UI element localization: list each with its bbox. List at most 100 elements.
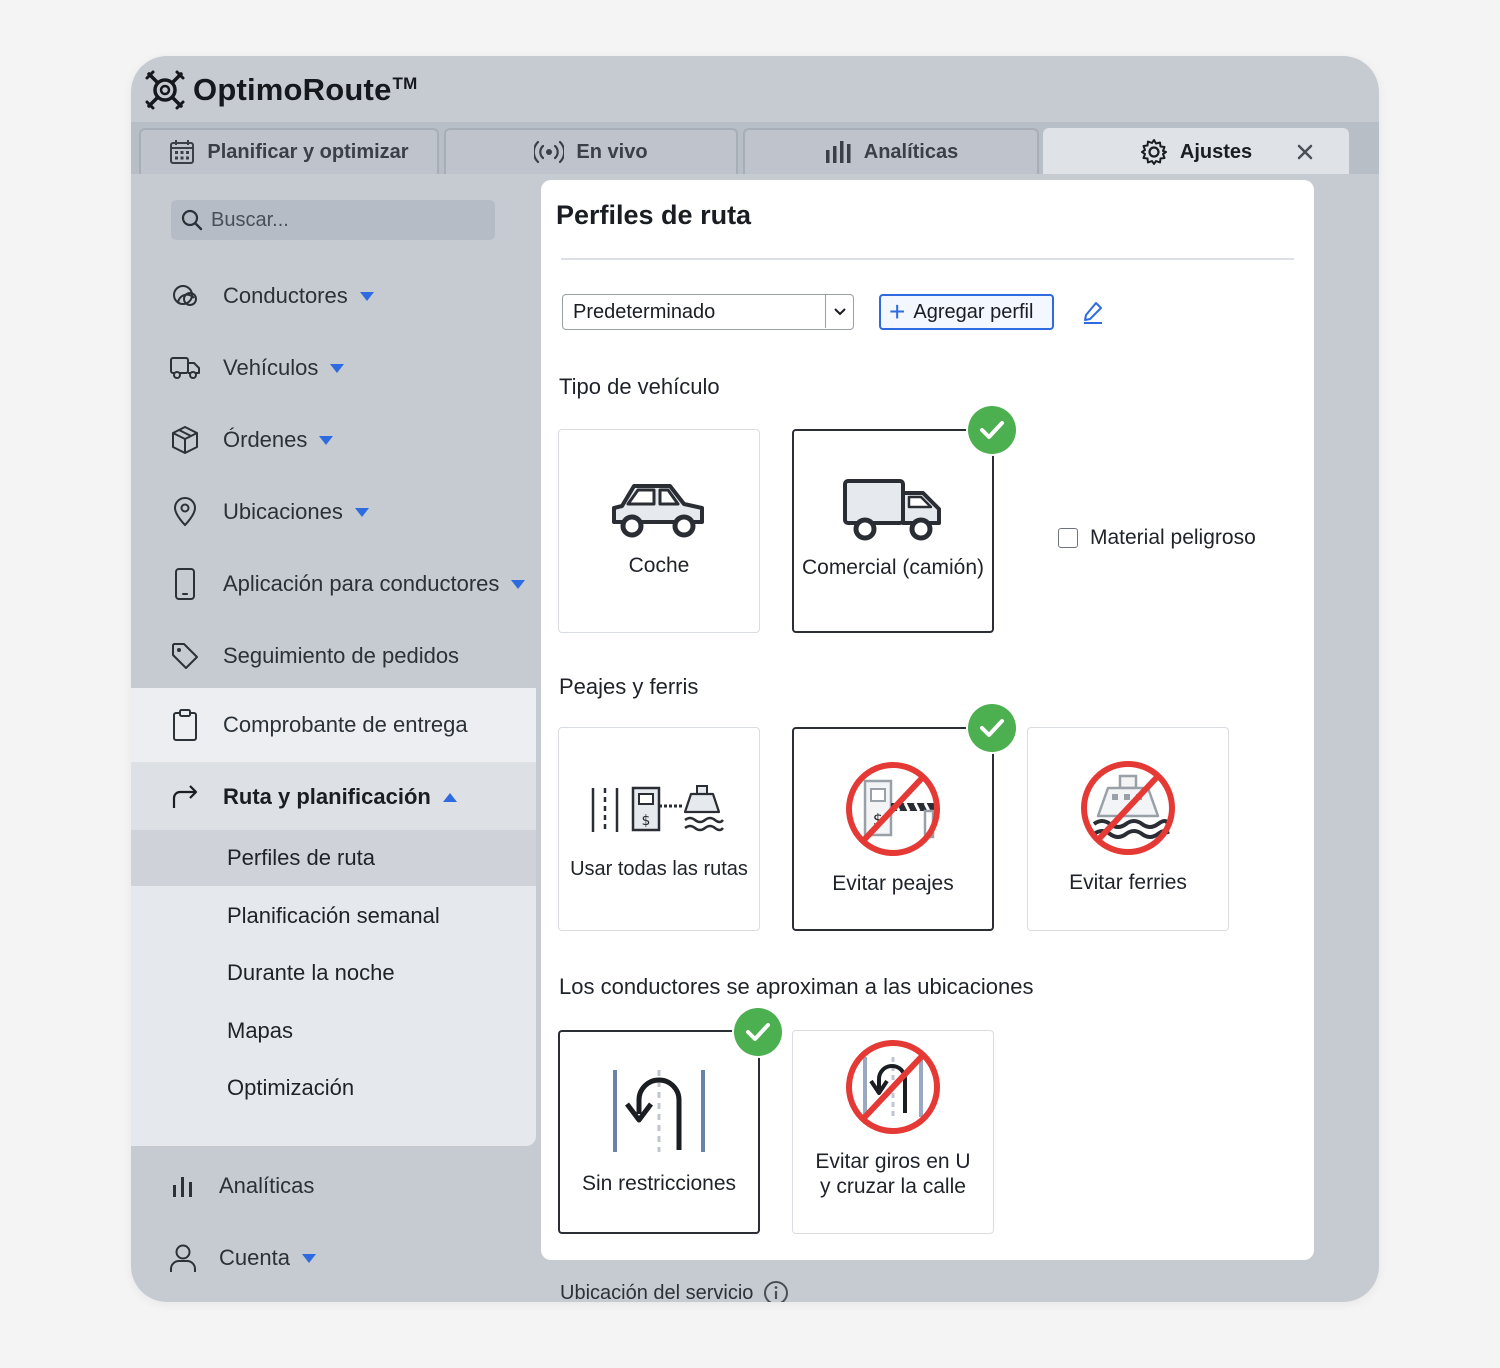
profile-select-value: Predeterminado [573, 300, 716, 323]
plus-icon: + [889, 296, 906, 327]
vehicle-option-label: Coche [628, 554, 690, 577]
service-location-label: Ubicación del servicio [560, 1281, 754, 1303]
sidebar-item-locations[interactable]: Ubicaciones [131, 482, 536, 542]
user-icon [170, 1244, 196, 1272]
selected-check-icon [734, 1008, 782, 1056]
sidebar-item-vehicles[interactable]: Vehículos [131, 338, 536, 398]
tab-label: Analíticas [863, 140, 959, 163]
approach-option-avoid-u-turns[interactable]: Evitar giros en U y cruzar la calle [792, 1030, 994, 1234]
add-profile-label: Agregar perfil [913, 300, 1034, 323]
approach-label: Los conductores se aproximan a las ubica… [559, 974, 1034, 999]
sidebar-item-order-tracking[interactable]: Seguimiento de pedidos [131, 626, 536, 686]
tab-label: En vivo [576, 140, 648, 163]
approach-option-label-line1: Evitar giros en U [815, 1150, 971, 1173]
no-tolls-icon: $ [846, 762, 940, 856]
tab-plan-optimize[interactable]: Planificar y optimizar [139, 128, 439, 174]
tolls-ferries-label: Peajes y ferris [559, 674, 699, 699]
tolls-option-all-routes[interactable]: $ Usar todas las rutas [558, 727, 760, 931]
info-icon[interactable] [763, 1280, 789, 1302]
sub-item-route-profiles[interactable]: Perfiles de ruta [227, 845, 375, 871]
chevron-down-icon [825, 295, 853, 328]
profile-select[interactable]: Predeterminado [562, 294, 854, 330]
sidebar-item-label: Aplicación para conductores [223, 571, 500, 596]
no-u-turn-icon [846, 1040, 940, 1134]
hazmat-checkbox[interactable] [1058, 528, 1078, 548]
tolls-option-label: Evitar peajes [832, 872, 954, 895]
add-profile-button[interactable]: + Agregar perfil [879, 294, 1054, 330]
title-divider [561, 258, 1294, 260]
chevron-down-icon [330, 363, 345, 373]
chevron-down-icon [359, 291, 374, 301]
sidebar-item-label: Órdenes [223, 427, 308, 452]
sidebar-item-label: Comprobante de entrega [223, 712, 468, 737]
close-icon[interactable] [1293, 140, 1317, 164]
pencil-edit-icon[interactable] [1081, 300, 1105, 324]
tolls-option-avoid-tolls[interactable]: $ Evitar peajes [792, 727, 994, 931]
vehicle-type-label: Tipo de vehículo [559, 374, 720, 399]
sidebar-expanded-group: Comprobante de entrega Ruta y planificac… [131, 688, 536, 1146]
gear-icon [1140, 139, 1167, 165]
sub-item-optimization[interactable]: Optimización [227, 1075, 354, 1101]
sidebar-item-analytics[interactable]: Analíticas [131, 1156, 536, 1216]
sidebar-item-label: Seguimiento de pedidos [223, 643, 460, 668]
tolls-option-label: Evitar ferries [1069, 871, 1187, 894]
route-arrow-icon [172, 785, 198, 808]
phone-icon [175, 568, 195, 600]
sidebar-item-label: Cuenta [219, 1245, 290, 1270]
approach-option-label: Sin restricciones [581, 1172, 737, 1195]
tab-live[interactable]: En vivo [444, 128, 738, 174]
route-profiles-panel: Perfiles de ruta Predeterminado + Agrega… [541, 180, 1314, 1260]
optimoroute-logo-icon [145, 70, 185, 110]
hazmat-label: Material peligroso [1090, 526, 1256, 549]
sidebar-item-label: Ruta y planificación [223, 784, 431, 809]
tolls-option-label: Usar todas las rutas [570, 858, 748, 880]
selected-check-icon [968, 406, 1016, 454]
sidebar-item-proof-of-delivery[interactable]: Comprobante de entrega [131, 695, 536, 755]
sidebar-item-label: Ubicaciones [223, 499, 343, 524]
tab-label: Ajustes [1179, 140, 1253, 163]
app-window: OptimoRouteTM Planificar y optimizar En … [131, 56, 1379, 1302]
tab-label: Planificar y optimizar [207, 140, 409, 163]
title-bar: OptimoRouteTM [131, 56, 1379, 122]
drivers-icon [173, 285, 197, 306]
search-input[interactable] [211, 208, 481, 232]
selected-check-icon [968, 704, 1016, 752]
hazmat-checkbox-row[interactable]: Material peligroso [1058, 526, 1256, 550]
all-routes-icon: $ [591, 785, 724, 832]
approach-option-no-restrictions[interactable]: Sin restricciones [558, 1030, 760, 1234]
main-tab-bar: Planificar y optimizar En vivo Analítica… [131, 122, 1379, 174]
sub-item-overnight[interactable]: Durante la noche [227, 960, 395, 986]
sidebar-item-label: Vehículos [223, 355, 319, 380]
bar-chart-icon [825, 141, 851, 163]
approach-option-label: Evitar giros en U y cruzar la calle [793, 1149, 993, 1199]
u-turn-icon [613, 1070, 705, 1152]
clipboard-icon [173, 709, 197, 741]
page-title: Perfiles de ruta [556, 200, 752, 230]
brand-name: OptimoRouteTM [193, 72, 418, 107]
tab-analytics[interactable]: Analíticas [743, 128, 1039, 174]
sidebar-item-label: Analíticas [219, 1173, 315, 1198]
brand-logo[interactable]: OptimoRouteTM [143, 68, 417, 112]
tolls-option-avoid-ferries[interactable]: Evitar ferries [1027, 727, 1229, 931]
sidebar-item-driver-app[interactable]: Aplicación para conductores [131, 554, 536, 614]
sidebar-item-route-planning[interactable]: Ruta y planificación [131, 767, 536, 827]
vehicle-option-car[interactable]: Coche [558, 429, 760, 633]
calendar-icon [170, 140, 195, 164]
sub-item-weekly-planning[interactable]: Planificación semanal [227, 903, 440, 929]
vehicle-option-truck[interactable]: Comercial (camión) [792, 429, 994, 633]
chevron-up-icon [442, 792, 457, 802]
sidebar-item-orders[interactable]: Órdenes [131, 410, 536, 470]
location-pin-icon [173, 497, 197, 527]
approach-option-label-line2: y cruzar la calle [820, 1175, 966, 1198]
truck-icon [843, 479, 941, 541]
chevron-down-icon [301, 1253, 316, 1263]
sidebar-search[interactable] [171, 200, 495, 240]
tab-settings[interactable]: Ajustes [1043, 128, 1349, 174]
sub-item-maps[interactable]: Mapas [227, 1018, 293, 1044]
vehicle-option-label: Comercial (camión) [801, 556, 985, 579]
box-icon [172, 426, 198, 454]
sidebar-item-account[interactable]: Cuenta [131, 1228, 536, 1288]
truck-icon [170, 357, 200, 379]
chevron-down-icon [354, 507, 369, 517]
sidebar-item-drivers[interactable]: Conductores [131, 266, 536, 326]
